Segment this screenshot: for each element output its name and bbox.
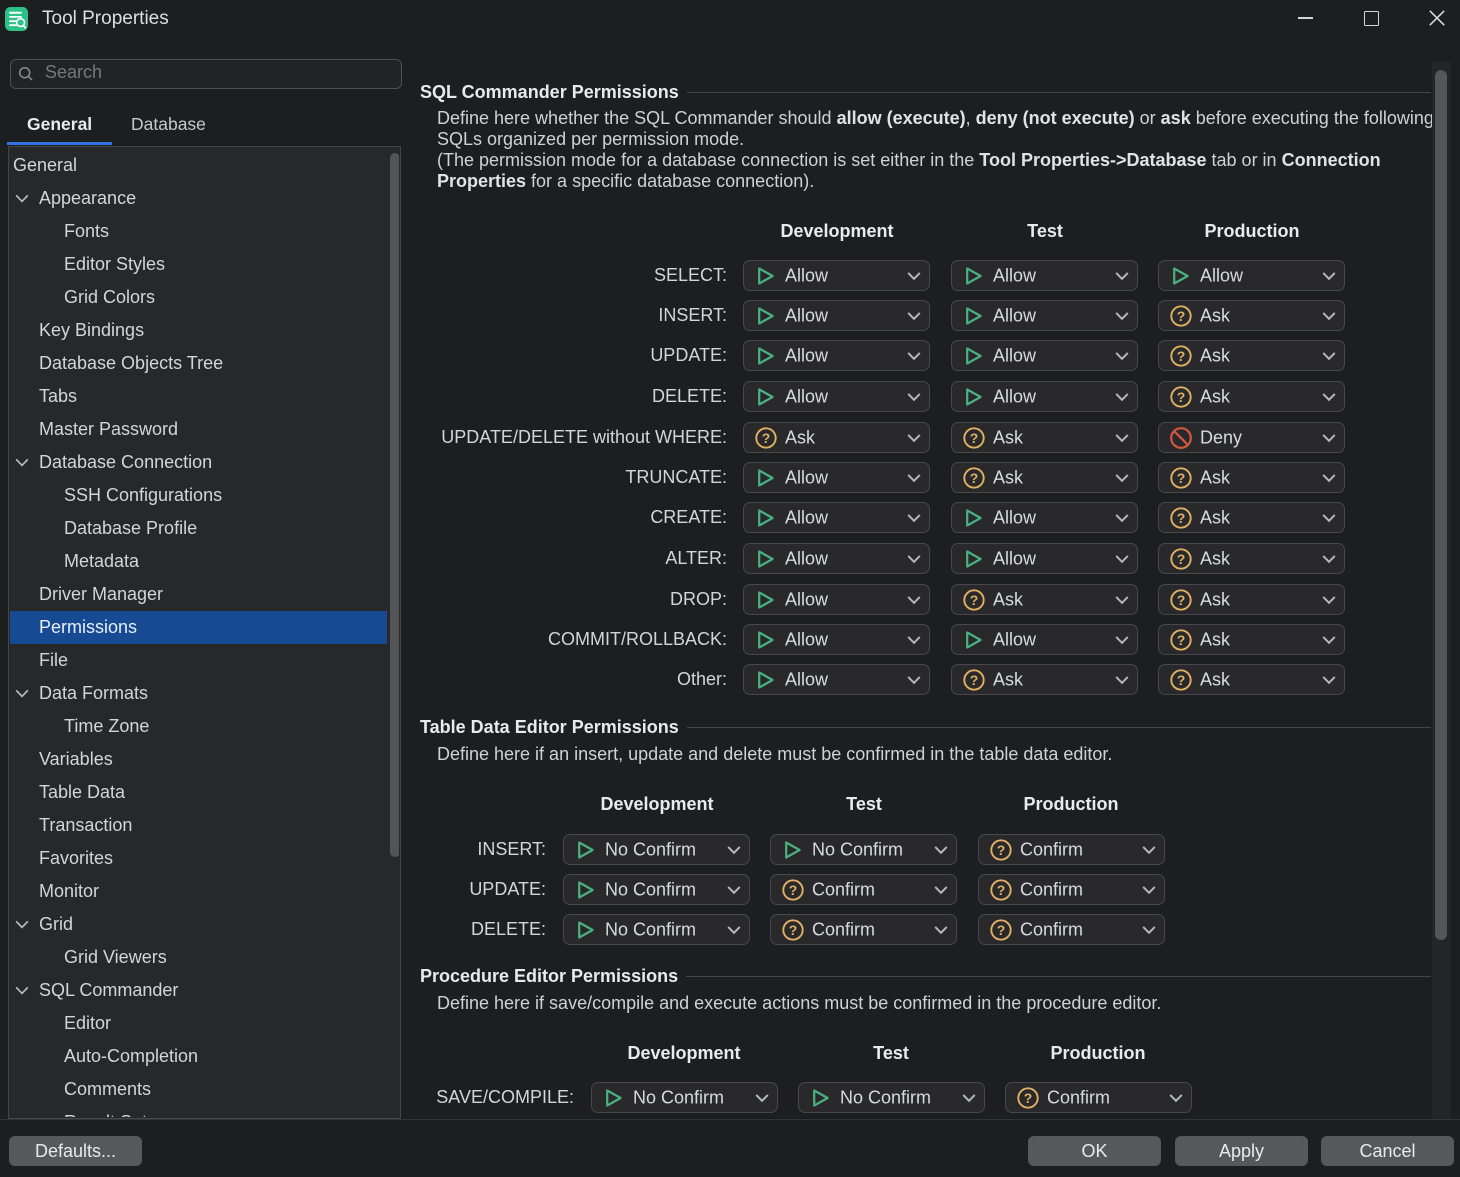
svg-text:?: ? — [789, 922, 798, 938]
svg-text:?: ? — [1177, 632, 1186, 648]
svg-text:?: ? — [997, 882, 1006, 898]
svg-text:?: ? — [1177, 592, 1186, 608]
svg-text:?: ? — [1177, 510, 1186, 526]
svg-text:?: ? — [1177, 672, 1186, 688]
svg-text:?: ? — [997, 922, 1006, 938]
svg-text:?: ? — [970, 470, 979, 486]
svg-text:?: ? — [970, 672, 979, 688]
svg-text:?: ? — [1177, 348, 1186, 364]
svg-text:?: ? — [1177, 389, 1186, 405]
svg-text:?: ? — [970, 430, 979, 446]
svg-text:?: ? — [970, 592, 979, 608]
svg-text:?: ? — [997, 842, 1006, 858]
svg-text:?: ? — [1024, 1090, 1033, 1106]
svg-text:?: ? — [762, 430, 771, 446]
svg-text:?: ? — [1177, 470, 1186, 486]
svg-text:?: ? — [789, 882, 798, 898]
svg-text:?: ? — [1177, 551, 1186, 567]
svg-text:?: ? — [1177, 308, 1186, 324]
